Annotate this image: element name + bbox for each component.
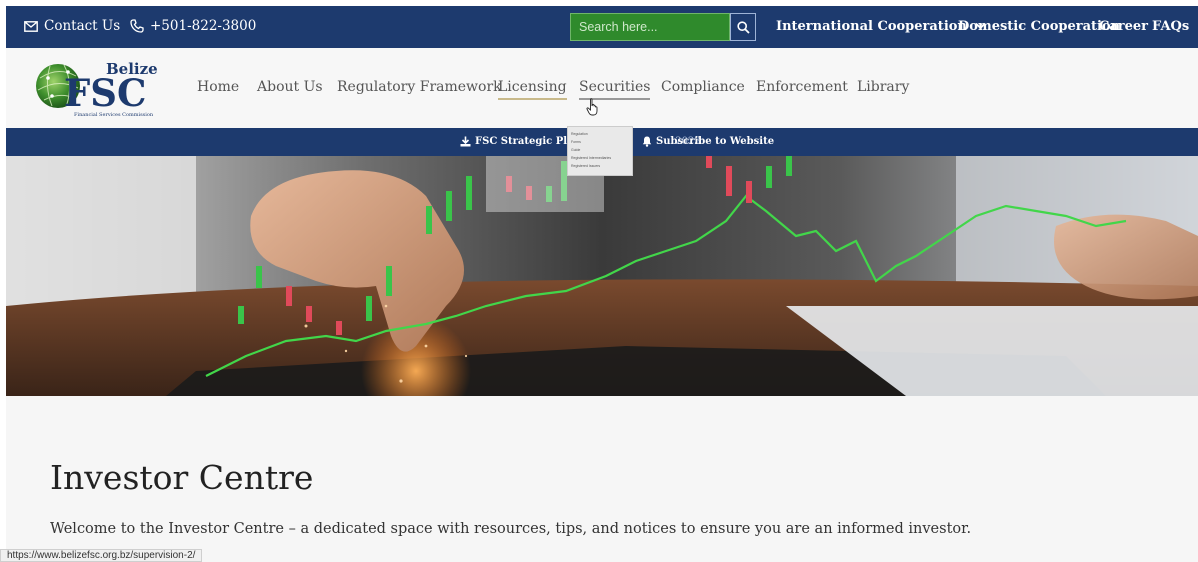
- envelope-icon: [24, 20, 38, 32]
- dropdown-item[interactable]: Registered Intermediaries: [568, 154, 632, 162]
- intro-text: Welcome to the Investor Centre – a dedic…: [50, 521, 972, 537]
- nav-enforcement[interactable]: Enforcement: [756, 79, 848, 95]
- subscribe-label: Subscribe to Website: [656, 136, 775, 147]
- hand-cursor-icon: [586, 98, 598, 116]
- topnav-domestic-cooperation[interactable]: Domestic Cooperation: [958, 19, 1120, 34]
- search-button[interactable]: [730, 13, 756, 41]
- nav-about-us[interactable]: About Us: [257, 79, 323, 95]
- dropdown-item[interactable]: Guide: [568, 146, 632, 154]
- nav-home[interactable]: Home: [197, 79, 239, 95]
- subscribe-link[interactable]: Subscribe to Website: [642, 136, 774, 147]
- dropdown-item[interactable]: Registered Issuers: [568, 162, 632, 170]
- download-icon: [460, 136, 471, 147]
- main-nav-bar: Belize FSC Financial Services Commission…: [6, 48, 1198, 128]
- search-icon: [736, 20, 750, 34]
- contact-us-link[interactable]: Contact Us: [24, 18, 120, 34]
- topnav-faqs[interactable]: FAQs: [1152, 19, 1189, 34]
- phone-link[interactable]: +501-822-3800: [130, 18, 256, 34]
- dropdown-item[interactable]: Forms: [568, 138, 632, 146]
- search-input[interactable]: [570, 13, 730, 41]
- top-bar: Contact Us +501-822-3800 International C…: [6, 6, 1198, 48]
- fsc-logo[interactable]: Belize FSC Financial Services Commission: [34, 56, 164, 118]
- securities-dropdown-menu: Regulation Forms Guide Registered Interm…: [567, 126, 633, 176]
- bell-icon: [642, 136, 652, 147]
- contact-us-label: Contact Us: [44, 18, 121, 34]
- browser-status-url: https://www.belizefsc.org.bz/supervision…: [0, 549, 203, 562]
- nav-library[interactable]: Library: [857, 79, 909, 95]
- topnav-career[interactable]: Career: [1099, 19, 1148, 34]
- dropdown-item[interactable]: Regulation: [568, 130, 632, 138]
- nav-regulatory-framework[interactable]: Regulatory Framework: [337, 79, 502, 95]
- phone-number: +501-822-3800: [150, 18, 257, 34]
- phone-icon: [130, 19, 144, 33]
- international-cooperation-label: International Cooperation: [776, 19, 967, 34]
- logo-subtitle: Financial Services Commission: [74, 112, 154, 118]
- nav-compliance[interactable]: Compliance: [661, 79, 745, 95]
- topnav-international-cooperation[interactable]: International Cooperation: [776, 19, 987, 34]
- logo-fsc-text: FSC: [64, 71, 146, 115]
- page-title: Investor Centre: [50, 458, 314, 497]
- nav-licensing[interactable]: Licensing: [498, 79, 567, 100]
- nav-securities[interactable]: Securities: [579, 79, 651, 100]
